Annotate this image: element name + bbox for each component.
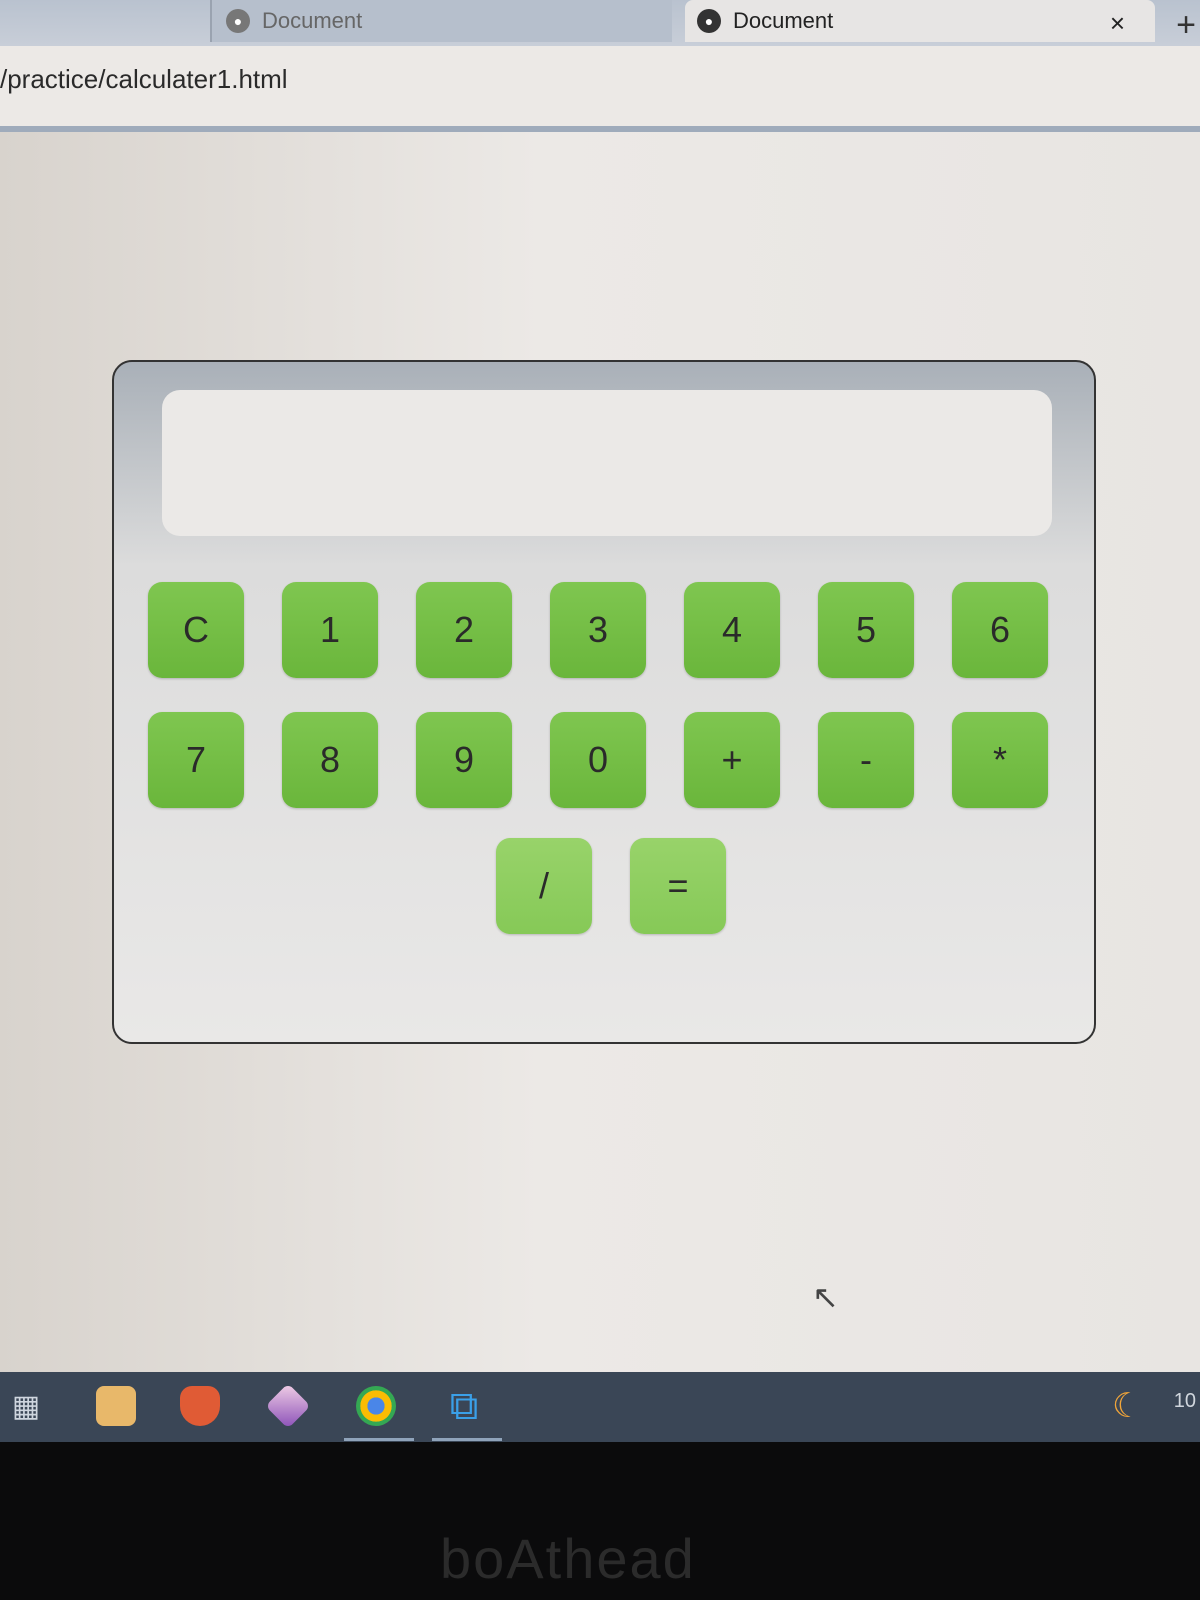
digit-9-button[interactable]: 9 xyxy=(416,712,512,808)
new-tab-button[interactable]: + xyxy=(1176,6,1196,45)
brave-icon[interactable] xyxy=(180,1386,220,1426)
app-icon[interactable] xyxy=(265,1383,311,1429)
url-text[interactable]: /practice/calculater1.html xyxy=(0,64,288,95)
monitor-brand: boAthead xyxy=(440,1527,696,1590)
taskbar: ▦ ⧉ ☾ 10 xyxy=(0,1372,1200,1442)
equals-button[interactable]: = xyxy=(630,838,726,934)
digit-5-button[interactable]: 5 xyxy=(818,582,914,678)
digit-0-button[interactable]: 0 xyxy=(550,712,646,808)
globe-icon: ● xyxy=(697,9,721,33)
page-viewport: C 1 2 3 4 5 6 7 8 9 0 + - * / = xyxy=(0,132,1200,1372)
address-bar[interactable]: /practice/calculater1.html xyxy=(0,46,1200,132)
tab-title: Document xyxy=(733,8,834,33)
vscode-icon[interactable]: ⧉ xyxy=(444,1384,484,1428)
digit-2-button[interactable]: 2 xyxy=(416,582,512,678)
key-row-2: 7 8 9 0 + - * xyxy=(148,712,1048,808)
divide-button[interactable]: / xyxy=(496,838,592,934)
digit-1-button[interactable]: 1 xyxy=(282,582,378,678)
tab-title: Document xyxy=(262,8,363,33)
digit-3-button[interactable]: 3 xyxy=(550,582,646,678)
chrome-icon[interactable] xyxy=(356,1386,396,1426)
minus-button[interactable]: - xyxy=(818,712,914,808)
monitor-bezel: boAthead xyxy=(0,1442,1200,1600)
clock[interactable]: 10 xyxy=(1174,1390,1196,1413)
store-icon[interactable] xyxy=(96,1386,136,1426)
digit-7-button[interactable]: 7 xyxy=(148,712,244,808)
plus-button[interactable]: + xyxy=(684,712,780,808)
moon-icon[interactable]: ☾ xyxy=(1112,1386,1142,1426)
globe-icon: ● xyxy=(226,9,250,33)
digit-6-button[interactable]: 6 xyxy=(952,582,1048,678)
key-row-1: C 1 2 3 4 5 6 xyxy=(148,582,1048,678)
close-tab-icon[interactable]: × xyxy=(1110,8,1125,39)
active-app-indicator xyxy=(432,1438,502,1441)
calculator: C 1 2 3 4 5 6 7 8 9 0 + - * / = xyxy=(112,360,1096,1044)
active-app-indicator xyxy=(344,1438,414,1441)
digit-8-button[interactable]: 8 xyxy=(282,712,378,808)
clear-button[interactable]: C xyxy=(148,582,244,678)
task-view-icon[interactable]: ▦ xyxy=(6,1386,46,1426)
multiply-button[interactable]: * xyxy=(952,712,1048,808)
tab-bar: ● Document ● Document × + xyxy=(0,0,1200,46)
digit-4-button[interactable]: 4 xyxy=(684,582,780,678)
calculator-display[interactable] xyxy=(162,390,1052,536)
key-row-3: / = xyxy=(496,838,726,934)
tab-document-inactive[interactable]: ● Document xyxy=(210,0,672,42)
mouse-pointer-icon: ↖ xyxy=(812,1279,839,1315)
tab-document-active[interactable]: ● Document × xyxy=(685,0,1155,42)
